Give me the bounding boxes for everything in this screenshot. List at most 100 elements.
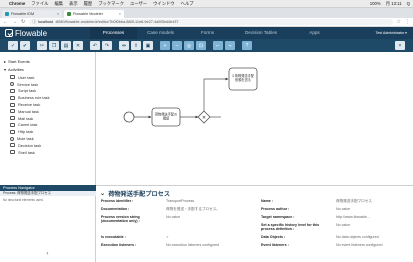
tab-flowable-idm[interactable]: Flowable IDM ×	[2, 10, 62, 18]
battery-level: 100%	[369, 1, 381, 6]
nav-decision-tables[interactable]: Decision Tables	[231, 27, 291, 39]
chevron-right-icon: ▸	[4, 59, 7, 64]
palette-item-user-task[interactable]: User task	[4, 74, 91, 81]
palette-item-mule-task[interactable]: Mule task	[4, 135, 91, 142]
same-size-icon[interactable]: ▣	[143, 41, 153, 50]
terminal-icon	[10, 150, 15, 155]
envelope-icon	[10, 102, 15, 107]
menu-user[interactable]: ユーザー	[130, 1, 147, 7]
flowable-favicon	[67, 12, 71, 16]
menu-view[interactable]: 表示	[69, 1, 78, 7]
navigator-body	[0, 196, 96, 246]
menu-bookmarks[interactable]: ブックマーク	[98, 1, 124, 7]
palette-item-service-task[interactable]: Service task	[4, 81, 91, 88]
palette-item-script-task[interactable]: Script task	[4, 88, 91, 95]
bpmn-diagram: 荷物発送手配の確認 ✕ 3 荷物発送手配依頼を送る	[123, 67, 258, 127]
menu-history[interactable]: 履歴	[84, 1, 93, 7]
tab-label: Flowable Modeler	[73, 12, 103, 16]
bend-add-icon[interactable]: ⌐	[213, 41, 223, 50]
bend-remove-icon[interactable]: ¬	[225, 41, 235, 50]
editor-toolbar: ✓ ✔ ✂ ❐ ▤ ✕ ↶ ↷ ⇹ ⇳ ▣ + − ◎ ⊡ ⌐ ¬ ? ×	[0, 39, 413, 52]
menu-chrome[interactable]: Chrome	[9, 1, 25, 6]
palette-item-manual-task[interactable]: Manual task	[4, 108, 91, 115]
zoom-actual-icon[interactable]: ◎	[184, 41, 194, 50]
zoom-in-icon[interactable]: +	[160, 41, 170, 50]
chevron-down-icon: ⌄	[100, 190, 106, 197]
palette-item-decision-task[interactable]: Decision task	[4, 142, 91, 149]
paste-icon[interactable]: ▤	[61, 41, 71, 50]
undo-icon[interactable]: ↶	[90, 41, 100, 50]
flowable-logo-icon	[5, 29, 13, 37]
nav-forms[interactable]: Forms	[184, 27, 231, 39]
close-tab-icon[interactable]: ×	[119, 12, 121, 16]
flowable-logo[interactable]: Flowable	[0, 29, 90, 38]
url-host: localhost	[38, 20, 53, 24]
spotlight-icon[interactable]: Q	[407, 1, 410, 6]
zoom-out-icon[interactable]: −	[172, 41, 182, 50]
palette-item-shell-task[interactable]: Shell task	[4, 149, 91, 156]
close-tab-icon[interactable]: ×	[57, 12, 59, 16]
redo-icon[interactable]: ↷	[102, 41, 112, 50]
menu-edit[interactable]: 編集	[54, 1, 63, 7]
mac-menu-bar: Chrome ファイル 編集 表示 履歴 ブックマーク ユーザー ウインドウ ヘ…	[0, 0, 413, 8]
forward-icon[interactable]: →	[12, 19, 17, 25]
start-event[interactable]	[123, 111, 135, 123]
table-icon	[10, 95, 15, 100]
address-input[interactable]: ⓘ localhost:8080/flowable-modeler/#/edit…	[29, 19, 393, 25]
menu-dots-icon[interactable]: ⋮	[405, 19, 410, 25]
tab-label: Flowable IDM	[11, 12, 35, 16]
bookmark-star-icon[interactable]: ☆	[397, 19, 401, 25]
properties-panel: ⌄ 荷物発送手配プロセス Process identifier : Transp…	[96, 185, 413, 262]
nav-apps[interactable]: Apps	[291, 27, 338, 39]
palette-item-mail-task[interactable]: Mail task	[4, 115, 91, 122]
user-menu[interactable]: Test Administrator ▾	[376, 31, 413, 35]
http-icon	[10, 129, 15, 134]
back-icon[interactable]: ←	[3, 19, 8, 25]
align-vertical-icon[interactable]: ⇳	[131, 41, 141, 50]
tab-flowable-modeler[interactable]: Flowable Modeler ×	[64, 10, 124, 18]
palette-item-receive-task[interactable]: Receive task	[4, 101, 91, 108]
app-header: Flowable Processes Case models Forms Dec…	[0, 27, 413, 39]
menu-file[interactable]: ファイル	[31, 1, 48, 7]
palette-item-business-rule-task[interactable]: Business rule task	[4, 94, 91, 101]
address-bar-row: ← → ↻ ⓘ localhost:8080/flowable-modeler/…	[0, 18, 413, 27]
flowable-favicon	[5, 12, 9, 16]
logo-text: Flowable	[15, 28, 48, 38]
palette-item-http-task[interactable]: Http task	[4, 128, 91, 135]
browser-tab-strip: Flowable IDM × Flowable Modeler ×	[0, 8, 413, 18]
properties-title[interactable]: ⌄ 荷物発送手配プロセス	[100, 189, 170, 198]
copy-icon[interactable]: ❐	[49, 41, 59, 50]
help-icon[interactable]: ?	[242, 41, 252, 50]
zoom-fit-icon[interactable]: ⊡	[196, 41, 206, 50]
diagram-canvas[interactable]: 荷物発送手配の確認 ✕ 3 荷物発送手配依頼を送る	[96, 52, 413, 185]
shape-palette: ▸ Start Events ▾ Activities User task Se…	[0, 52, 96, 185]
align-horizontal-icon[interactable]: ⇹	[119, 41, 129, 50]
mail-icon	[10, 116, 15, 121]
navigator-empty-text: No structural elements used.	[3, 198, 44, 202]
info-icon[interactable]: ⓘ	[32, 20, 36, 25]
hand-icon	[10, 109, 15, 114]
menu-help[interactable]: ヘルプ	[181, 1, 194, 7]
validate-icon[interactable]: ✔	[20, 41, 30, 50]
decision-table-icon	[10, 143, 15, 148]
mule-icon	[10, 136, 14, 141]
nav-processes[interactable]: Processes	[90, 27, 137, 39]
collapse-navigator-icon[interactable]: ‹	[0, 246, 96, 262]
reload-icon[interactable]: ↻	[21, 19, 25, 25]
url-path: :8080/flowable-modeler/#/editor/7b0f0bba…	[55, 20, 179, 24]
delete-icon[interactable]: ✕	[73, 41, 83, 50]
save-icon[interactable]: ✓	[8, 41, 18, 50]
menu-window[interactable]: ウインドウ	[153, 1, 174, 7]
gateway-x-icon: ✕	[202, 115, 206, 121]
camel-icon	[10, 122, 15, 127]
gear-icon	[10, 82, 14, 87]
close-icon[interactable]: ×	[395, 41, 405, 50]
palette-group-activities[interactable]: ▾ Activities	[4, 67, 91, 72]
clock: 月 13:11	[385, 0, 402, 6]
palette-group-start-events[interactable]: ▸ Start Events	[4, 59, 91, 64]
palette-item-camel-task[interactable]: Camel task	[4, 122, 91, 129]
sequence-flow[interactable]	[203, 77, 229, 111]
cut-icon[interactable]: ✂	[37, 41, 47, 50]
nav-case-models[interactable]: Case models	[137, 27, 184, 39]
user-icon	[10, 75, 15, 80]
